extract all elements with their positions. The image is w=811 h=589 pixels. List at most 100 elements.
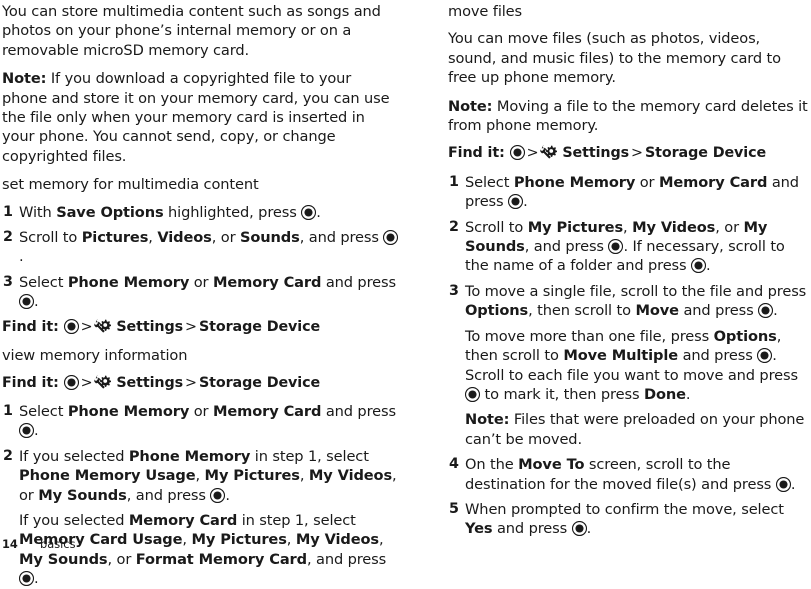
note-label: Note: — [448, 97, 493, 115]
body-text: , and press — [126, 486, 211, 504]
body-text: . — [685, 385, 691, 403]
breadcrumb-item[interactable]: Settings — [111, 375, 183, 391]
step-item: 2 Scroll to Pictures, Videos, or Sounds, … — [2, 228, 399, 267]
step-number: 1 — [449, 173, 459, 190]
step-text: When prompted to confirm the move, selec… — [465, 501, 784, 537]
emphasis-text: My Videos — [308, 467, 393, 485]
breadcrumb-separator: > — [526, 145, 539, 162]
emphasis-text: My Sounds — [19, 550, 108, 568]
find-it-label: Find it: — [2, 318, 64, 335]
step-number: 1 — [3, 402, 13, 419]
body-text: , and press — [299, 229, 384, 247]
body-text: , or — [715, 218, 744, 236]
step-number: 4 — [449, 456, 459, 473]
find-it-view-memory: Find it: > Settings > Storage Device — [2, 374, 399, 393]
breadcrumb-item[interactable]: Settings — [557, 145, 629, 161]
breadcrumb-item[interactable]: Settings — [111, 319, 183, 335]
find-it-label: Find it: — [2, 374, 64, 391]
page-footer: 14 basics — [2, 537, 76, 551]
breadcrumb-item[interactable]: Storage Device — [645, 145, 766, 161]
section-heading-move-files: move files — [448, 3, 523, 20]
breadcrumb-separator: > — [185, 318, 197, 335]
step-subparagraph: To move more than one file, press Option… — [464, 327, 811, 405]
step-item: 2 If you selected Phone Memory in step 1,… — [2, 447, 399, 589]
note-text: If you download a copyrighted file to yo… — [2, 70, 390, 165]
step-number: 3 — [3, 273, 13, 290]
emphasis-text: Pictures — [81, 229, 149, 247]
page-number: 14 — [2, 537, 18, 551]
intro-paragraph-right: You can move files (such as photos, vide… — [448, 30, 781, 87]
body-text: and press — [321, 402, 396, 420]
note-block-left: Note: If you download a copyrighted file… — [2, 69, 399, 166]
body-text: . — [773, 302, 778, 320]
right-column: move files You can move files (such as p… — [411, 0, 811, 537]
step-item: 5 When prompted to confirm the move, sele… — [448, 500, 811, 539]
step-number: 1 — [3, 203, 13, 220]
body-text: Scroll to — [465, 218, 528, 236]
body-text: in step 1, select — [250, 447, 369, 465]
center-select-key-icon — [63, 318, 79, 334]
emphasis-text: Sounds — [239, 229, 300, 247]
center-select-key-icon — [691, 258, 707, 274]
body-text: . — [34, 293, 39, 311]
step-item: 3 Select Phone Memory or Memory Card and … — [2, 273, 399, 312]
center-select-key-icon — [210, 487, 226, 503]
body-text: Select — [465, 173, 514, 191]
find-it-move-files: Find it: > Settings > Storage Device — [448, 144, 811, 163]
emphasis-text: Done — [643, 385, 686, 403]
body-text: To move a single file, scroll to the fil… — [465, 282, 807, 300]
body-text: . — [586, 520, 592, 538]
find-it-set-memory: Find it: > Settings > Storage Device — [2, 318, 399, 337]
center-select-key-icon — [775, 476, 791, 492]
center-select-key-icon — [464, 386, 481, 402]
breadcrumb-item[interactable]: Storage Device — [199, 319, 320, 335]
step-text: Select Phone Memory or Memory Card and p… — [18, 402, 396, 439]
emphasis-text: Options — [713, 327, 777, 345]
emphasis-text: Videos — [157, 229, 212, 247]
step-subparagraph: Note: Files that were preloaded on your … — [465, 410, 811, 449]
emphasis-text: Memory Card — [128, 511, 238, 529]
note-text: Moving a file to the memory card deletes… — [448, 97, 808, 135]
step-text: Select Phone Memory or Memory Card and p… — [465, 174, 799, 210]
body-text: . — [790, 475, 796, 493]
settings-wrench-gear-icon — [94, 374, 112, 390]
body-text: , and press — [306, 550, 387, 568]
center-select-key-icon — [18, 294, 35, 310]
body-text: to mark it, then press — [480, 385, 644, 403]
body-text: If you selected — [19, 511, 129, 529]
step-number: 5 — [449, 500, 459, 517]
body-text: . — [34, 570, 39, 588]
breadcrumb-item[interactable]: Storage Device — [199, 375, 320, 391]
body-text: , — [299, 467, 309, 485]
body-text: , — [378, 531, 384, 549]
breadcrumb-separator: > — [80, 318, 93, 335]
body-text: To move more than one file, press — [465, 327, 714, 345]
center-select-key-icon — [757, 348, 773, 364]
step-item: 1 With Save Options highlighted, press . — [2, 203, 399, 222]
step-text: Select Phone Memory or Memory Card and p… — [18, 274, 396, 311]
breadcrumb-separator: > — [631, 145, 643, 162]
emphasis-text: My Sounds — [38, 486, 127, 504]
emphasis-text: Memory Card — [212, 402, 322, 420]
emphasis-text: My Videos — [632, 218, 716, 236]
center-select-key-icon — [18, 571, 35, 587]
body-text: or — [635, 173, 659, 191]
body-text: . — [706, 257, 711, 275]
body-text: or — [189, 402, 213, 420]
two-column-body: You can store multimedia content such as… — [0, 0, 811, 587]
body-text: . — [225, 486, 230, 504]
body-text: in step 1, select — [237, 511, 356, 529]
emphasis-text: Phone Memory — [67, 402, 190, 420]
body-text: . — [19, 248, 24, 266]
emphasis-text: Yes — [465, 520, 493, 538]
emphasis-text: Move To — [518, 456, 585, 474]
center-select-key-icon — [758, 303, 774, 319]
body-text: . — [523, 193, 528, 211]
body-text: When prompted to confirm the move, selec… — [465, 500, 784, 518]
section-heading-view-memory: view memory information — [2, 347, 188, 365]
emphasis-text: Memory Card — [658, 173, 768, 191]
body-text: , — [195, 467, 205, 485]
find-it-label: Find it: — [448, 145, 510, 162]
step-item: 1 Select Phone Memory or Memory Card and … — [2, 402, 399, 441]
step-subparagraph: If you selected Memory Card in step 1, s… — [18, 511, 399, 589]
